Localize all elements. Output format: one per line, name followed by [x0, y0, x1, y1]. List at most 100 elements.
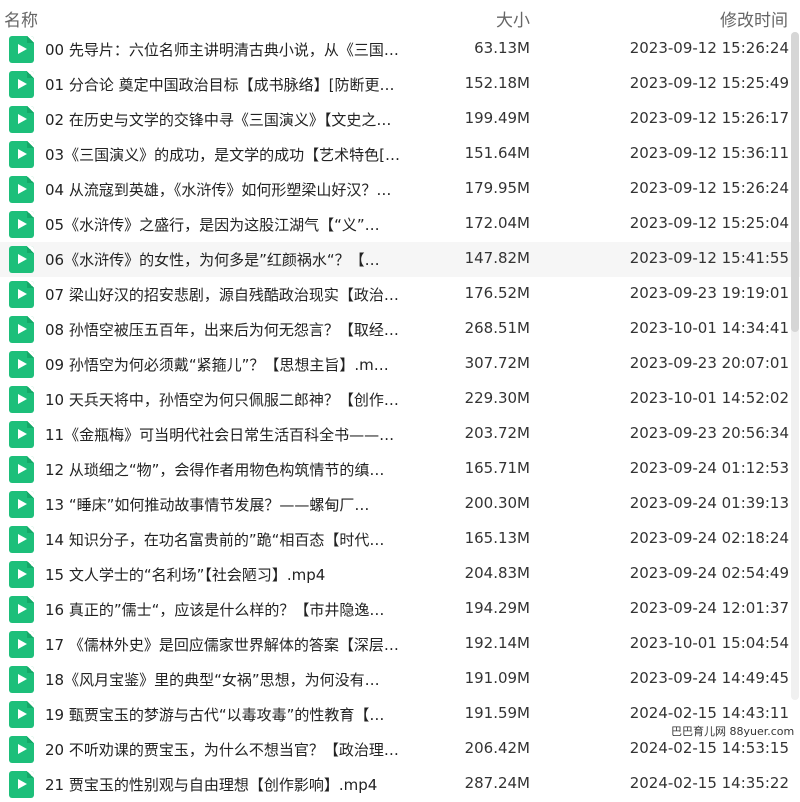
column-header: 名称 大小 修改时间 — [0, 0, 800, 32]
video-file-icon — [9, 701, 34, 728]
video-file-icon — [9, 526, 34, 553]
scroll-thumb[interactable] — [791, 32, 799, 332]
play-icon — [18, 114, 27, 124]
page-fold-icon — [27, 281, 34, 288]
file-name: 21 贾宝玉的性别观与自由理想【创作影响】.mp4 — [45, 776, 378, 794]
file-row[interactable]: 10 天兵天将中，孙悟空为何只佩服二郎神？【创作… 229.30M 2023-10-… — [0, 382, 800, 417]
play-icon — [18, 324, 27, 334]
video-file-icon — [9, 211, 34, 238]
page-fold-icon — [27, 771, 34, 778]
file-row[interactable]: 11《金瓶梅》可当明代社会日常生活百科全书——… 203.72M 2023-09-2… — [0, 417, 800, 452]
page-fold-icon — [27, 106, 34, 113]
file-row[interactable]: 02 在历史与文学的交锋中寻《三国演义》【文史之… 199.49M 2023-09-… — [0, 102, 800, 137]
play-icon — [18, 184, 27, 194]
file-modified-time: 2023-09-12 15:25:49 — [629, 74, 789, 92]
page-fold-icon — [27, 456, 34, 463]
header-size[interactable]: 大小 — [490, 6, 530, 31]
file-size: 191.59M — [464, 704, 530, 722]
file-name: 20 不听劝课的贾宝玉，为什么不想当官？【政治理… — [45, 741, 399, 759]
file-row[interactable]: 17 《儒林外史》是回应儒家世界解体的答案【深层… 192.14M 2023-10-… — [0, 627, 800, 662]
file-row[interactable]: 09 孙悟空为何必须戴“紧箍儿”？【思想主旨】.m… 307.72M 2023-09… — [0, 347, 800, 382]
file-modified-time: 2023-09-12 15:26:17 — [629, 109, 789, 127]
file-modified-time: 2024-02-15 14:43:11 — [629, 704, 789, 722]
video-file-icon — [9, 36, 34, 63]
page-fold-icon — [27, 316, 34, 323]
file-name: 04 从流寇到英雄，《水浒传》如何形塑梁山好汉？… — [45, 181, 392, 199]
file-name: 06《水浒传》的女性，为何多是”红颜祸水“？【… — [45, 251, 380, 269]
file-modified-time: 2023-10-01 14:34:41 — [629, 319, 789, 337]
file-row[interactable]: 14 知识分子，在功名富贵前的”跪“相百态【时代… 165.13M 2023-09-… — [0, 522, 800, 557]
page-fold-icon — [27, 526, 34, 533]
file-row[interactable]: 12 从琐细之“物”，会得作者用物色构筑情节的缜… 165.71M 2023-09-… — [0, 452, 800, 487]
file-size: 151.64M — [464, 144, 530, 162]
file-modified-time: 2023-09-12 15:25:04 — [629, 214, 789, 232]
file-row[interactable]: 00 先导片：六位名师主讲明清古典小说，从《三国… 63.13M 2023-09-1… — [0, 32, 800, 67]
file-row[interactable]: 06《水浒传》的女性，为何多是”红颜祸水“？【… 147.82M 2023-09-1… — [0, 242, 800, 277]
file-size: 191.09M — [464, 669, 530, 687]
file-size: 229.30M — [464, 389, 530, 407]
file-name: 09 孙悟空为何必须戴“紧箍儿”？【思想主旨】.m… — [45, 356, 389, 374]
play-icon — [18, 359, 27, 369]
page-fold-icon — [27, 631, 34, 638]
video-file-icon — [9, 141, 34, 168]
file-row[interactable]: 18《风月宝鉴》里的典型“女祸”思想，为何没有… 191.09M 2023-09-2… — [0, 662, 800, 697]
play-icon — [18, 219, 27, 229]
file-size: 206.42M — [464, 739, 530, 757]
file-modified-time: 2023-09-24 01:12:53 — [629, 459, 789, 477]
file-size: 179.95M — [464, 179, 530, 197]
play-icon — [18, 534, 27, 544]
file-row[interactable]: 04 从流寇到英雄，《水浒传》如何形塑梁山好汉？… 179.95M 2023-09-… — [0, 172, 800, 207]
file-size: 199.49M — [464, 109, 530, 127]
file-modified-time: 2023-09-23 19:19:01 — [629, 284, 789, 302]
file-row[interactable]: 03《三国演义》的成功，是文学的成功【艺术特色[… 151.64M 2023-09-… — [0, 137, 800, 172]
video-file-icon — [9, 421, 34, 448]
page-fold-icon — [27, 36, 34, 43]
file-modified-time: 2023-09-12 15:26:24 — [629, 179, 789, 197]
file-row[interactable]: 01 分合论 奠定中国政治目标【成书脉络】[防断更… 152.18M 2023-09… — [0, 67, 800, 102]
video-file-icon — [9, 736, 34, 763]
file-list: 00 先导片：六位名师主讲明清古典小说，从《三国… 63.13M 2023-09-1… — [0, 32, 800, 802]
page-fold-icon — [27, 421, 34, 428]
video-file-icon — [9, 631, 34, 658]
file-row[interactable]: 15 文人学士的“名利场”【社会陋习】.mp4 204.83M 2023-09-24… — [0, 557, 800, 592]
video-file-icon — [9, 771, 34, 798]
file-name: 12 从琐细之“物”，会得作者用物色构筑情节的缜… — [45, 461, 385, 479]
file-modified-time: 2024-02-15 14:53:15 — [629, 739, 789, 757]
file-name: 02 在历史与文学的交锋中寻《三国演义》【文史之… — [45, 111, 392, 129]
file-modified-time: 2023-09-24 02:18:24 — [629, 529, 789, 547]
video-file-icon — [9, 316, 34, 343]
scrollbar[interactable] — [791, 32, 799, 700]
file-row[interactable]: 21 贾宝玉的性别观与自由理想【创作影响】.mp4 287.24M 2024-02-… — [0, 767, 800, 802]
file-row[interactable]: 16 真正的”儒士“，应该是什么样的？【市井隐逸… 194.29M 2023-09-… — [0, 592, 800, 627]
file-name: 08 孙悟空被压五百年，出来后为何无怨言？【取经… — [45, 321, 399, 339]
page-fold-icon — [27, 701, 34, 708]
file-row[interactable]: 07 梁山好汉的招安悲剧，源自残酷政治现实【政治… 176.52M 2023-09-… — [0, 277, 800, 312]
play-icon — [18, 44, 27, 54]
file-name: 00 先导片：六位名师主讲明清古典小说，从《三国… — [45, 41, 399, 59]
file-size: 287.24M — [464, 774, 530, 792]
header-modified-time[interactable]: 修改时间 — [700, 6, 788, 31]
play-icon — [18, 254, 27, 264]
header-name[interactable]: 名称 — [4, 6, 38, 31]
file-name: 16 真正的”儒士“，应该是什么样的？【市井隐逸… — [45, 601, 385, 619]
file-name: 15 文人学士的“名利场”【社会陋习】.mp4 — [45, 566, 326, 584]
file-size: 147.82M — [464, 249, 530, 267]
play-icon — [18, 744, 27, 754]
file-name: 11《金瓶梅》可当明代社会日常生活百科全书——… — [45, 426, 395, 444]
page-fold-icon — [27, 211, 34, 218]
play-icon — [18, 79, 27, 89]
video-file-icon — [9, 491, 34, 518]
page-fold-icon — [27, 351, 34, 358]
page-fold-icon — [27, 491, 34, 498]
page-fold-icon — [27, 386, 34, 393]
video-file-icon — [9, 71, 34, 98]
file-row[interactable]: 08 孙悟空被压五百年，出来后为何无怨言？【取经… 268.51M 2023-10-… — [0, 312, 800, 347]
play-icon — [18, 569, 27, 579]
file-size: 307.72M — [464, 354, 530, 372]
file-row[interactable]: 05《水浒传》之盛行，是因为这股江湖气【“义”… 172.04M 2023-09-1… — [0, 207, 800, 242]
file-name: 17 《儒林外史》是回应儒家世界解体的答案【深层… — [45, 636, 399, 654]
file-row[interactable]: 13 “睡床”如何推动故事情节发展？——螺甸厂… 200.30M 2023-09-2… — [0, 487, 800, 522]
play-icon — [18, 429, 27, 439]
page-fold-icon — [27, 176, 34, 183]
video-file-icon — [9, 281, 34, 308]
